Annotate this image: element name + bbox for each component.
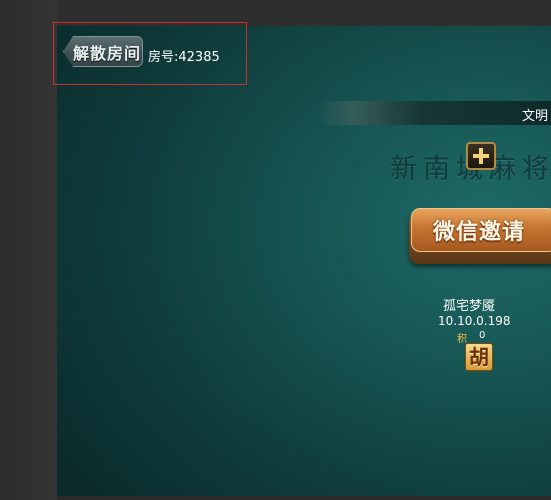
bottom-margin [57,496,551,500]
hu-tile-icon: 胡 [465,343,493,371]
player-name: 孤宅梦魇 [443,299,496,314]
left-margin [0,0,57,500]
player-ip: 10.10.0.198 [438,314,511,328]
invite-button-label: 微信邀请 [432,220,525,245]
dissolve-room-button[interactable]: 解散房间 [63,36,143,67]
hu-tile-char: 胡 [469,345,489,369]
top-margin [57,0,551,26]
add-button[interactable] [466,142,496,170]
room-number: 房号:42385 [148,50,220,65]
score-value: 0 [479,330,486,341]
plus-icon [473,148,489,164]
wechat-invite-button[interactable]: 微信邀请 [409,206,551,264]
notice-banner [318,101,551,125]
dissolve-room-label: 解散房间 [72,43,141,63]
notice-banner-text: 文明 [522,109,549,124]
invite-button-face: 微信邀请 [411,208,551,252]
